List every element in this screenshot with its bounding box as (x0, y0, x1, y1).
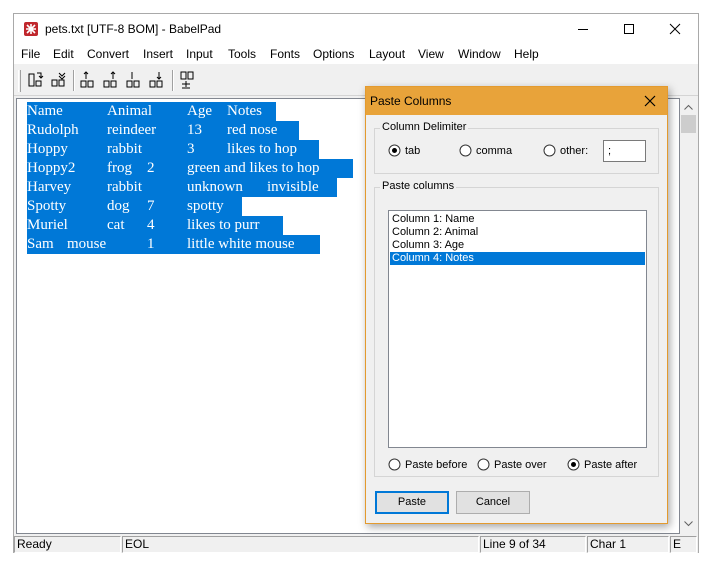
text-line: Name Animal Age Notes (27, 102, 276, 121)
column-delimiter-group: Column Delimiter tab comma other: ; (374, 121, 659, 174)
status-state: Ready (14, 536, 121, 553)
list-item[interactable]: Column 3: Age (390, 239, 645, 252)
status-bar: Ready EOL Line 9 of 34 Char 1 E (14, 535, 698, 553)
other-delimiter-input[interactable]: ; (603, 140, 646, 162)
toolbar-separator (73, 70, 75, 91)
minimize-button[interactable] (560, 14, 606, 44)
vertical-scrollbar[interactable] (680, 98, 697, 534)
paste-columns-label: Paste columns (380, 180, 457, 192)
title-bar[interactable]: pets.txt [UTF-8 BOM] - BabelPad (14, 14, 698, 44)
radio-comma-label[interactable]: comma (476, 145, 512, 157)
status-extra: E (670, 536, 697, 553)
text-line: Muriel cat 4 likes to purr (27, 216, 283, 235)
list-item[interactable]: Column 2: Animal (390, 226, 645, 239)
text-line: Sam mouse 1 little white mouse (27, 235, 320, 254)
menu-edit[interactable]: Edit (53, 47, 74, 61)
column-delimiter-label: Column Delimiter (380, 121, 469, 133)
status-eol: EOL (122, 536, 479, 553)
list-item[interactable]: Column 1: Name (390, 213, 645, 226)
babelpad-logo-icon[interactable] (23, 21, 39, 37)
radio-other-label[interactable]: other: (560, 145, 588, 157)
text-line: Rudolph reindeer 13 red nose (27, 121, 299, 140)
radio-paste-before[interactable] (388, 458, 401, 471)
menu-file[interactable]: File (21, 47, 40, 61)
menu-bar: File Edit Convert Insert Input Tools Fon… (14, 44, 698, 64)
close-icon (644, 95, 656, 107)
text-line: Spotty dog 7 spotty (27, 197, 242, 216)
menu-options[interactable]: Options (313, 47, 354, 61)
close-icon (669, 23, 681, 35)
move-row-up-2-icon[interactable] (101, 69, 123, 91)
status-line: Line 9 of 34 (480, 536, 586, 553)
toolbar-grip[interactable] (18, 70, 21, 92)
maximize-icon (624, 24, 634, 34)
menu-input[interactable]: Input (186, 47, 213, 61)
radio-tab[interactable] (388, 144, 401, 157)
dialog-title: Paste Columns (370, 94, 452, 108)
paste-button[interactable]: Paste (375, 491, 449, 514)
menu-insert[interactable]: Insert (143, 47, 173, 61)
paste-columns-icon[interactable] (177, 69, 199, 91)
paste-columns-dialog: Paste Columns Column Delimiter tab comma… (365, 86, 668, 524)
close-button[interactable] (652, 14, 698, 44)
move-row-down-icon[interactable] (124, 69, 146, 91)
radio-other[interactable] (543, 144, 556, 157)
insert-column-before-icon[interactable] (25, 69, 47, 91)
status-char: Char 1 (587, 536, 669, 553)
insert-column-after-icon[interactable] (48, 69, 70, 91)
menu-convert[interactable]: Convert (87, 47, 129, 61)
toolbar-separator (172, 70, 174, 91)
scroll-down-icon[interactable] (684, 521, 693, 527)
list-item-selected[interactable]: Column 4: Notes (390, 252, 645, 265)
window-title: pets.txt [UTF-8 BOM] - BabelPad (45, 22, 222, 36)
radio-paste-before-label[interactable]: Paste before (405, 459, 467, 471)
move-row-up-icon[interactable] (78, 69, 100, 91)
menu-window[interactable]: Window (458, 47, 501, 61)
menu-tools[interactable]: Tools (228, 47, 256, 61)
cancel-button[interactable]: Cancel (456, 491, 530, 514)
radio-tab-label[interactable]: tab (405, 145, 420, 157)
text-line: Hoppy rabbit 3 likes to hop (27, 140, 319, 159)
paste-columns-group: Paste columns Column 1: Name Column 2: A… (374, 180, 659, 477)
minimize-icon (578, 29, 588, 30)
text-line: Hoppy2 frog 2 green and likes to hop (27, 159, 353, 178)
radio-paste-over[interactable] (477, 458, 490, 471)
dialog-close-button[interactable] (632, 87, 667, 115)
menu-help[interactable]: Help (514, 47, 539, 61)
scroll-up-icon[interactable] (684, 104, 693, 110)
radio-paste-over-label[interactable]: Paste over (494, 459, 547, 471)
radio-comma[interactable] (459, 144, 472, 157)
maximize-button[interactable] (606, 14, 652, 44)
dialog-title-bar[interactable]: Paste Columns (366, 87, 667, 115)
columns-listbox[interactable]: Column 1: Name Column 2: Animal Column 3… (388, 210, 647, 448)
radio-paste-after[interactable] (567, 458, 580, 471)
text-line: Harvey rabbit unknown invisible (27, 178, 337, 197)
radio-paste-after-label[interactable]: Paste after (584, 459, 637, 471)
menu-view[interactable]: View (418, 47, 444, 61)
scrollbar-thumb[interactable] (681, 115, 696, 133)
move-row-down-2-icon[interactable] (147, 69, 169, 91)
menu-layout[interactable]: Layout (369, 47, 405, 61)
menu-fonts[interactable]: Fonts (270, 47, 300, 61)
